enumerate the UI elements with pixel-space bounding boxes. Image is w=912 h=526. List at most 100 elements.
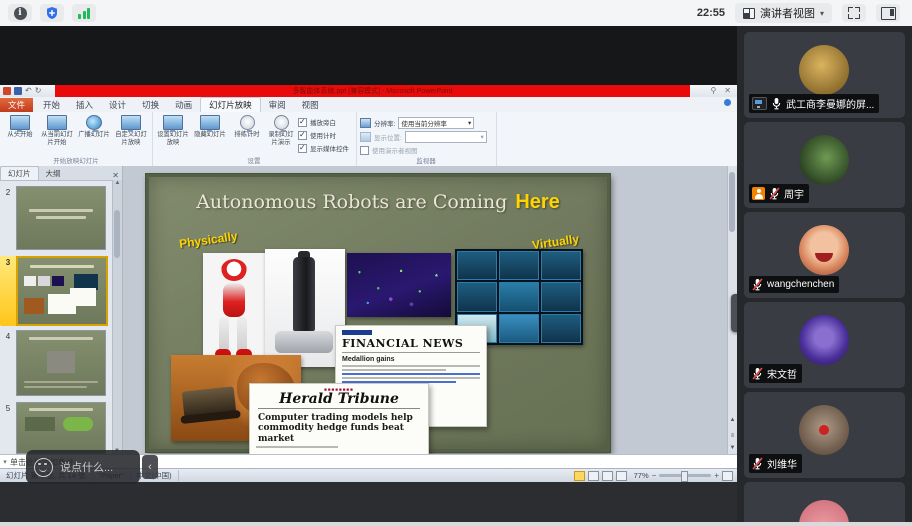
show-media-controls-checkbox[interactable]: 显示媒体控件 (298, 143, 349, 153)
powerpoint-app-icon (3, 87, 11, 95)
show-on-label: 显示位置: (374, 132, 402, 142)
notes-splitter-icon[interactable]: ▾ (0, 458, 10, 466)
slideshow-view-button[interactable] (616, 471, 627, 481)
slide-thumbnail-2[interactable]: 2 (0, 186, 110, 250)
group-label-monitors: 监视器 (356, 155, 496, 165)
tab-outline[interactable]: 大纲 (39, 167, 68, 180)
broadcast-slideshow-button[interactable]: 广播幻灯片 (76, 115, 112, 139)
help-icon[interactable] (724, 99, 731, 106)
security-button[interactable] (40, 4, 64, 22)
presenter-view-checkbox[interactable]: 使用演示者视图 (360, 145, 418, 155)
participant-tile[interactable]: wangchenchen (744, 212, 905, 298)
tab-view[interactable]: 视图 (294, 98, 327, 112)
avatar (799, 45, 849, 95)
participant-name: 武工商李曼娜的屏... (786, 96, 874, 111)
close-panel-icon[interactable]: ✕ (112, 171, 119, 180)
rehearse-icon (240, 115, 255, 130)
slide-thumbnail-4[interactable]: 4 (0, 330, 110, 396)
emoji-icon[interactable] (34, 458, 53, 477)
zoom-slider-thumb[interactable] (681, 471, 688, 482)
participant-tile[interactable]: 周宇 (744, 122, 905, 208)
tab-design[interactable]: 设计 (101, 98, 134, 112)
side-panel-toggle-button[interactable] (876, 4, 900, 22)
slide-sorter-view-button[interactable] (588, 471, 599, 481)
pin-icon[interactable]: ⚲ (710, 86, 716, 95)
close-icon[interactable]: ✕ (724, 86, 731, 95)
slide-canvas: Autonomous Robots are ComingHere Physica… (146, 174, 610, 452)
slides-thumbnail-panel: 幻灯片 大纲 ✕ 2 3 (0, 166, 123, 454)
tab-slideshow[interactable]: 幻灯片放映 (200, 97, 261, 112)
slide-thumb-image (16, 402, 106, 454)
tab-slides[interactable]: 幻灯片 (0, 166, 39, 180)
from-beginning-button[interactable]: 从头开始 (2, 115, 38, 139)
tab-review[interactable]: 审阅 (261, 98, 294, 112)
show-on-dropdown[interactable]: ▾ (405, 131, 487, 143)
tab-home[interactable]: 开始 (35, 98, 68, 112)
normal-view-button[interactable] (574, 471, 585, 481)
thumbnail-scrollbar[interactable]: ▲▼ (112, 180, 122, 454)
host-badge-icon (752, 187, 765, 200)
chat-collapse-button[interactable]: ‹ (142, 455, 158, 479)
rehearse-timings-button[interactable]: 排练计时 (229, 115, 265, 139)
checkbox-icon (360, 146, 369, 155)
undo-icon[interactable]: ↶ (25, 87, 32, 95)
chat-input-placeholder[interactable]: 说点什么... (60, 459, 113, 475)
tab-file[interactable]: 文件 (0, 98, 33, 112)
avatar (799, 315, 849, 365)
use-timings-checkbox[interactable]: 使用计时 (298, 130, 349, 140)
service-robot-image (265, 249, 345, 367)
play-current-icon (47, 115, 67, 130)
resolution-dropdown[interactable]: 使用当前分辨率▾ (398, 117, 474, 129)
group-label-start-show: 开始放映幻灯片 (0, 155, 152, 165)
tab-transitions[interactable]: 切换 (134, 98, 167, 112)
show-on-icon (360, 132, 371, 142)
custom-slideshow-button[interactable]: 自定义幻灯片放映 (113, 115, 149, 147)
slide-title-accent: Here (515, 191, 559, 213)
setup-checkbox-column: 播放旁白 使用计时 显示媒体控件 (298, 117, 349, 156)
resolution-icon (360, 118, 371, 128)
hide-slide-button[interactable]: 隐藏幻灯片 (192, 115, 228, 139)
slide-thumbnail-5[interactable]: 5 (0, 402, 110, 454)
checkbox-icon (298, 144, 307, 153)
ppt-titlebar[interactable]: ↶ ↻ 多智能体系统.ppt [兼容模式] - Microsoft PowerP… (0, 85, 737, 97)
zoom-out-button[interactable]: − (652, 472, 657, 480)
participant-tile[interactable]: 武工商李曼娜的屏... (744, 32, 905, 118)
tab-insert[interactable]: 插入 (68, 98, 101, 112)
redo-icon[interactable]: ↻ (35, 87, 42, 95)
fullscreen-button[interactable] (842, 4, 866, 22)
fit-to-window-button[interactable] (722, 471, 733, 481)
chevron-left-icon: ‹ (148, 461, 152, 473)
setup-slideshow-button[interactable]: 设置幻灯片放映 (155, 115, 191, 147)
play-narrations-checkbox[interactable]: 播放旁白 (298, 117, 349, 127)
info-icon: i (14, 7, 27, 20)
participant-tile[interactable]: 刘维华 (744, 392, 905, 478)
record-slideshow-button[interactable]: 录制幻灯片演示 (266, 115, 296, 147)
screen-share-icon (752, 97, 767, 110)
slide-thumbnail-3-selected[interactable]: 3 (0, 256, 110, 326)
avatar (799, 135, 849, 185)
zoom-in-button[interactable]: + (714, 472, 719, 480)
meeting-info-button[interactable]: i (8, 4, 32, 22)
quick-access-toolbar[interactable]: ↶ ↻ (3, 86, 41, 96)
zoom-percentage[interactable]: 77% (634, 471, 649, 480)
chevron-down-icon: ▾ (468, 119, 471, 127)
reading-view-button[interactable] (602, 471, 613, 481)
share-highlight-titlebar: 多智能体系统.ppt [兼容模式] - Microsoft PowerPoint (55, 85, 690, 97)
view-mode-dropdown[interactable]: 演讲者视图 ▾ (735, 3, 832, 23)
newspaper-logo (342, 330, 372, 335)
slide-number: 2 (0, 186, 16, 250)
ppt-window-title: 多智能体系统.ppt [兼容模式] - Microsoft PowerPoint (293, 86, 453, 96)
tab-animations[interactable]: 动画 (167, 98, 200, 112)
participant-tile[interactable] (744, 482, 905, 522)
participant-tile[interactable]: 宋文哲 (744, 302, 905, 388)
group-label-setup: 设置 (152, 155, 356, 165)
chevron-down-icon: ▾ (820, 9, 824, 18)
checkbox-icon (298, 131, 307, 140)
zoom-slider[interactable] (659, 474, 711, 477)
chat-quick-input[interactable]: 说点什么... (26, 450, 140, 484)
participant-label: 武工商李曼娜的屏... (749, 94, 879, 113)
show-on-row: 显示位置: ▾ (360, 131, 487, 143)
save-icon[interactable] (14, 87, 22, 95)
network-quality-button[interactable] (72, 4, 96, 22)
from-current-slide-button[interactable]: 从当前幻灯片开始 (39, 115, 75, 147)
